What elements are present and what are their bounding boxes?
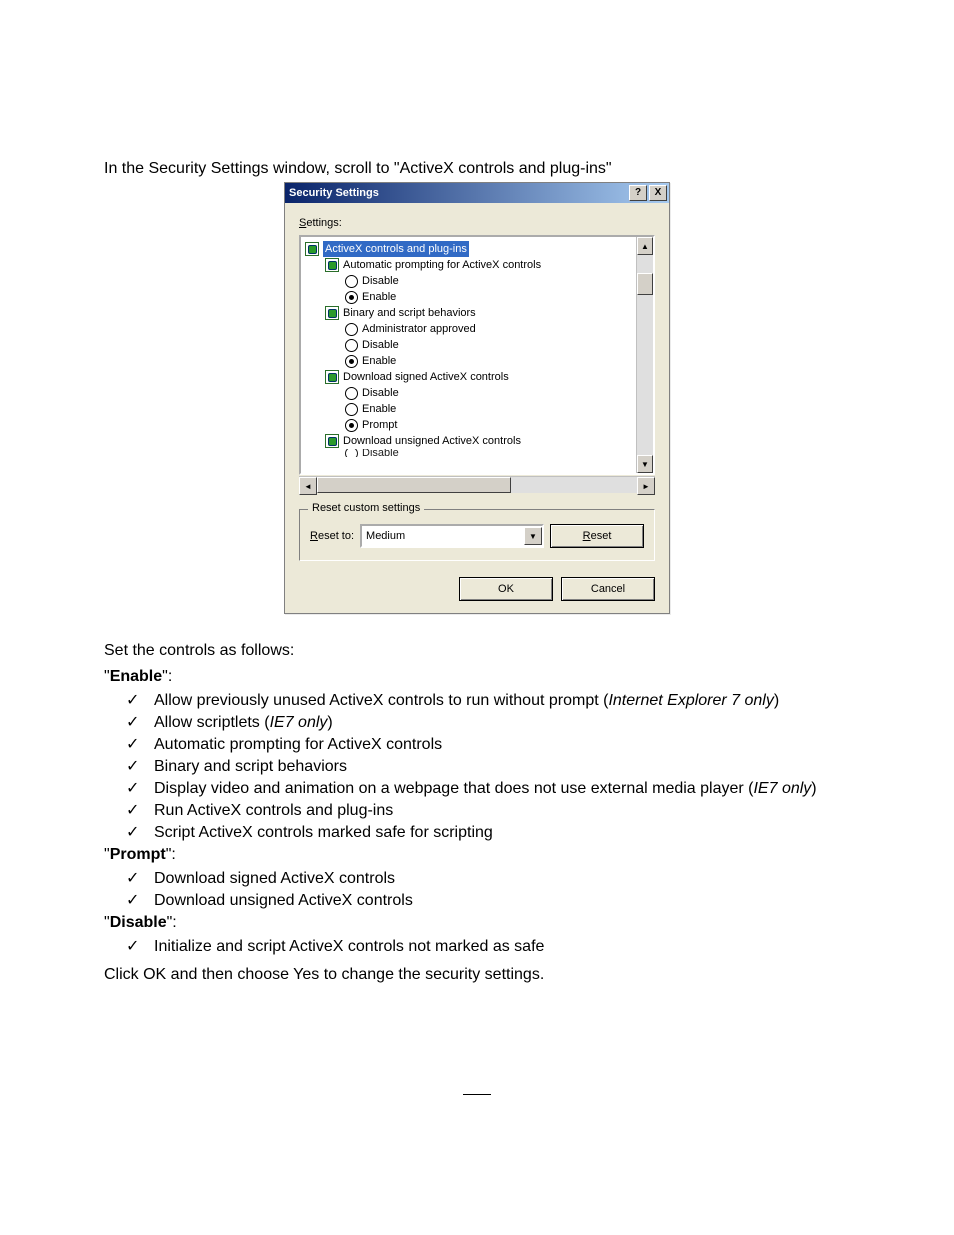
footer-separator — [463, 1094, 491, 1095]
vertical-scrollbar[interactable]: ▲ ▼ — [636, 237, 653, 473]
radio-auto-prompt-disable[interactable]: Disable — [345, 273, 632, 289]
close-button[interactable]: X — [649, 185, 667, 201]
tree-group-download-unsigned[interactable]: Download unsigned ActiveX controls — [325, 433, 632, 449]
horizontal-scrollbar[interactable]: ◄ ► — [299, 476, 655, 493]
radio-selected-icon — [345, 419, 358, 432]
radio-icon — [345, 403, 358, 416]
scroll-left-icon[interactable]: ◄ — [299, 477, 317, 495]
scroll-down-icon[interactable]: ▼ — [637, 455, 653, 473]
disable-list: Initialize and script ActiveX controls n… — [126, 936, 850, 958]
list-item: Download unsigned ActiveX controls — [126, 890, 850, 912]
radio-icon — [345, 339, 358, 352]
tree-root-activex[interactable]: ActiveX controls and plug-ins — [305, 241, 632, 257]
security-settings-dialog: Security Settings ? X Settings: ActiveX … — [284, 182, 670, 614]
radio-signed-prompt[interactable]: Prompt — [345, 417, 632, 433]
radio-signed-enable[interactable]: Enable — [345, 401, 632, 417]
dialog-title: Security Settings — [289, 187, 627, 199]
prompt-list: Download signed ActiveX controls Downloa… — [126, 868, 850, 912]
hscroll-thumb[interactable] — [317, 477, 511, 493]
reset-button[interactable]: Reset — [550, 524, 644, 548]
title-bar: Security Settings ? X — [285, 183, 669, 203]
radio-icon — [345, 323, 358, 336]
outro-text: Click OK and then choose Yes to change t… — [104, 966, 850, 984]
list-item: Initialize and script ActiveX controls n… — [126, 936, 850, 958]
prompt-heading: "Prompt": — [104, 846, 850, 864]
ok-button[interactable]: OK — [459, 577, 553, 601]
set-controls-text: Set the controls as follows: — [104, 642, 850, 660]
radio-auto-prompt-enable[interactable]: Enable — [345, 289, 632, 305]
reset-to-value: Medium — [362, 530, 524, 542]
activex-icon — [325, 258, 339, 272]
help-button[interactable]: ? — [629, 185, 647, 201]
chevron-down-icon[interactable]: ▼ — [524, 527, 542, 545]
tree-group-binary-script[interactable]: Binary and script behaviors — [325, 305, 632, 321]
radio-binary-admin[interactable]: Administrator approved — [345, 321, 632, 337]
radio-icon — [345, 275, 358, 288]
reset-to-combo[interactable]: Medium ▼ — [360, 524, 544, 548]
enable-heading: "Enable": — [104, 668, 850, 686]
list-item: Allow scriptlets (IE7 only) — [126, 712, 850, 734]
radio-icon — [345, 387, 358, 400]
radio-signed-disable[interactable]: Disable — [345, 385, 632, 401]
activex-icon — [325, 306, 339, 320]
list-item: Automatic prompting for ActiveX controls — [126, 734, 850, 756]
reset-to-label: Reset to: — [310, 530, 354, 542]
activex-icon — [325, 370, 339, 384]
settings-tree-content: ActiveX controls and plug-ins Automatic … — [301, 237, 636, 473]
tree-group-download-signed[interactable]: Download signed ActiveX controls — [325, 369, 632, 385]
radio-binary-disable[interactable]: Disable — [345, 337, 632, 353]
list-item: Display video and animation on a webpage… — [126, 778, 850, 800]
list-item: Binary and script behaviors — [126, 756, 850, 778]
enable-list: Allow previously unused ActiveX controls… — [126, 690, 850, 844]
disable-heading: "Disable": — [104, 914, 850, 932]
radio-selected-icon — [345, 355, 358, 368]
list-item: Allow previously unused ActiveX controls… — [126, 690, 850, 712]
list-item: Run ActiveX controls and plug-ins — [126, 800, 850, 822]
tree-group-auto-prompt[interactable]: Automatic prompting for ActiveX controls — [325, 257, 632, 273]
radio-unsigned-disable-partial[interactable]: Disable — [345, 449, 632, 457]
reset-legend: Reset custom settings — [308, 502, 424, 514]
settings-tree[interactable]: ActiveX controls and plug-ins Automatic … — [299, 235, 655, 475]
activex-icon — [305, 242, 319, 256]
radio-binary-enable[interactable]: Enable — [345, 353, 632, 369]
radio-icon — [345, 449, 358, 457]
radio-selected-icon — [345, 291, 358, 304]
scroll-up-icon[interactable]: ▲ — [637, 237, 653, 255]
reset-custom-settings-group: Reset custom settings Reset to: Medium ▼… — [299, 509, 655, 561]
scroll-right-icon[interactable]: ► — [637, 477, 655, 495]
settings-label: Settings: — [299, 217, 655, 229]
scroll-thumb[interactable] — [637, 273, 653, 295]
activex-icon — [325, 434, 339, 448]
list-item: Script ActiveX controls marked safe for … — [126, 822, 850, 844]
cancel-button[interactable]: Cancel — [561, 577, 655, 601]
intro-text: In the Security Settings window, scroll … — [104, 160, 850, 178]
list-item: Download signed ActiveX controls — [126, 868, 850, 890]
